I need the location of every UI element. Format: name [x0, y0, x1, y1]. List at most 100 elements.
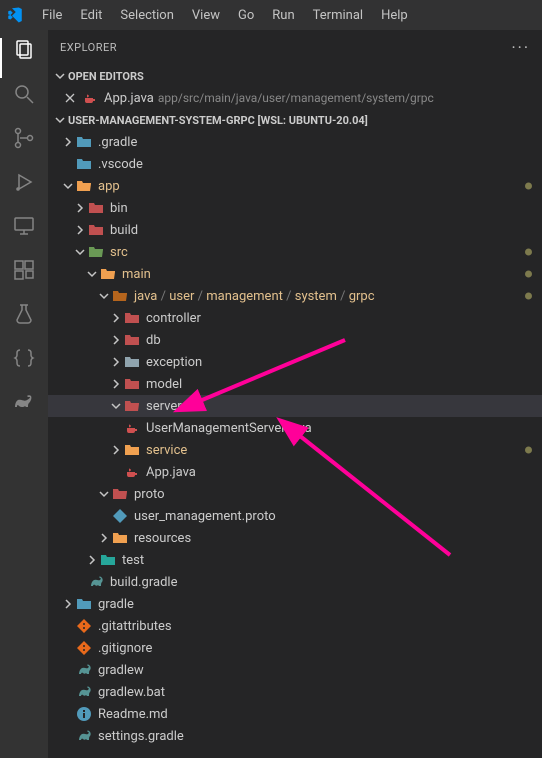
tree-folder-gradle[interactable]: .gradle	[48, 131, 542, 153]
java-file-icon	[124, 464, 140, 480]
source-control-icon[interactable]	[12, 126, 36, 150]
chevron-down-icon	[60, 180, 76, 192]
explorer-title: Explorer	[60, 41, 117, 54]
explorer-header: Explorer ···	[48, 30, 542, 65]
extensions-icon[interactable]	[12, 258, 36, 282]
tree-file-buildgradle[interactable]: build.gradle	[48, 571, 542, 593]
git-file-icon	[76, 640, 92, 656]
modified-dot-icon	[525, 293, 532, 300]
tree-folder-bin[interactable]: bin	[48, 197, 542, 219]
chevron-right-icon	[60, 598, 76, 610]
chevron-down-icon	[96, 488, 112, 500]
activity-bar	[0, 30, 48, 758]
modified-dot-icon	[525, 183, 532, 190]
tree-file-gradlew[interactable]: gradlew	[48, 659, 542, 681]
folder-icon	[76, 156, 92, 172]
project-header[interactable]: USER-MANAGEMENT-SYSTEM-GRPC [WSL: UBUNTU…	[48, 109, 542, 131]
explorer-sidebar: Explorer ··· Open Editors App.java app/s…	[48, 30, 542, 758]
chevron-down-icon	[72, 246, 88, 258]
tree-file-gitignore[interactable]: .gitignore	[48, 637, 542, 659]
open-editor-path: app/src/main/java/user/management/system…	[158, 91, 434, 105]
modified-dot-icon	[525, 271, 532, 278]
gradle-file-icon	[88, 574, 104, 590]
tree-folder-exception[interactable]: exception	[48, 351, 542, 373]
tree-folder-main[interactable]: main	[48, 263, 542, 285]
tree-folder-gradle2[interactable]: gradle	[48, 593, 542, 615]
tree-folder-vscode[interactable]: .vscode	[48, 153, 542, 175]
folder-icon	[124, 332, 140, 348]
file-tree: .gradle .vscode app bin build src main j…	[48, 131, 542, 747]
tree-folder-service[interactable]: service	[48, 439, 542, 461]
run-debug-icon[interactable]	[12, 170, 36, 194]
tree-folder-src[interactable]: src	[48, 241, 542, 263]
open-editors-header[interactable]: Open Editors	[48, 65, 542, 87]
open-editor-item[interactable]: App.java app/src/main/java/user/manageme…	[48, 87, 542, 109]
java-file-icon	[124, 420, 140, 436]
folder-open-icon	[100, 266, 116, 282]
tree-file-gitattributes[interactable]: .gitattributes	[48, 615, 542, 637]
json-icon[interactable]	[12, 346, 36, 370]
chevron-right-icon	[72, 224, 88, 236]
menu-run[interactable]: Run	[264, 4, 302, 27]
explorer-icon[interactable]	[12, 38, 36, 62]
chevron-right-icon	[60, 136, 76, 148]
gradle-icon[interactable]	[12, 390, 36, 414]
folder-icon	[100, 552, 116, 568]
explorer-more-icon[interactable]: ···	[511, 38, 530, 57]
testing-icon[interactable]	[12, 302, 36, 326]
folder-icon	[88, 200, 104, 216]
tree-file-gradlewbat[interactable]: gradlew.bat	[48, 681, 542, 703]
java-file-icon	[82, 90, 98, 106]
modified-dot-icon	[525, 447, 532, 454]
menu-terminal[interactable]: Terminal	[305, 4, 371, 27]
tree-folder-proto[interactable]: proto	[48, 483, 542, 505]
tree-folder-controller[interactable]: controller	[48, 307, 542, 329]
gradle-file-icon	[76, 662, 92, 678]
title-bar: File Edit Selection View Go Run Terminal…	[0, 0, 542, 30]
folder-icon	[124, 376, 140, 392]
tree-folder-app[interactable]: app	[48, 175, 542, 197]
modified-dot-icon	[525, 249, 532, 256]
remote-explorer-icon[interactable]	[12, 214, 36, 238]
menu-view[interactable]: View	[184, 4, 228, 27]
tree-folder-resources[interactable]: resources	[48, 527, 542, 549]
chevron-down-icon	[108, 400, 124, 412]
tree-folder-model[interactable]: model	[48, 373, 542, 395]
menu-go[interactable]: Go	[230, 4, 262, 27]
folder-open-icon	[76, 178, 92, 194]
tree-folder-build[interactable]: build	[48, 219, 542, 241]
menu-file[interactable]: File	[34, 4, 70, 27]
menu-help[interactable]: Help	[373, 4, 416, 27]
chevron-right-icon	[108, 334, 124, 346]
folder-icon	[112, 530, 128, 546]
folder-icon	[76, 596, 92, 612]
folder-open-icon	[112, 288, 128, 304]
tree-folder-server[interactable]: server	[48, 395, 542, 417]
menu-selection[interactable]: Selection	[112, 4, 181, 27]
menu-edit[interactable]: Edit	[72, 4, 110, 27]
tree-file-usermanagementserver[interactable]: UserManagementServer.java	[48, 417, 542, 439]
tree-folder-db[interactable]: db	[48, 329, 542, 351]
tree-file-proto[interactable]: user_management.proto	[48, 505, 542, 527]
tree-file-appjava[interactable]: App.java	[48, 461, 542, 483]
markdown-file-icon	[76, 706, 92, 722]
chevron-right-icon	[96, 532, 112, 544]
open-editor-filename: App.java	[104, 91, 154, 106]
folder-open-icon	[88, 244, 104, 260]
tree-file-readme[interactable]: Readme.md	[48, 703, 542, 725]
chevron-right-icon	[108, 312, 124, 324]
close-icon[interactable]	[64, 92, 80, 104]
folder-icon	[124, 354, 140, 370]
folder-open-icon	[112, 486, 128, 502]
chevron-right-icon	[72, 202, 88, 214]
tree-file-settingsgradle[interactable]: settings.gradle	[48, 725, 542, 747]
tree-folder-test[interactable]: test	[48, 549, 542, 571]
chevron-down-icon	[84, 268, 100, 280]
java-breadcrumb-path: java / user / management / system / grpc	[134, 289, 375, 304]
proto-file-icon	[112, 508, 128, 524]
folder-open-icon	[124, 398, 140, 414]
git-file-icon	[76, 618, 92, 634]
tree-folder-java-path[interactable]: java / user / management / system / grpc	[48, 285, 542, 307]
search-icon[interactable]	[12, 82, 36, 106]
chevron-right-icon	[84, 554, 100, 566]
